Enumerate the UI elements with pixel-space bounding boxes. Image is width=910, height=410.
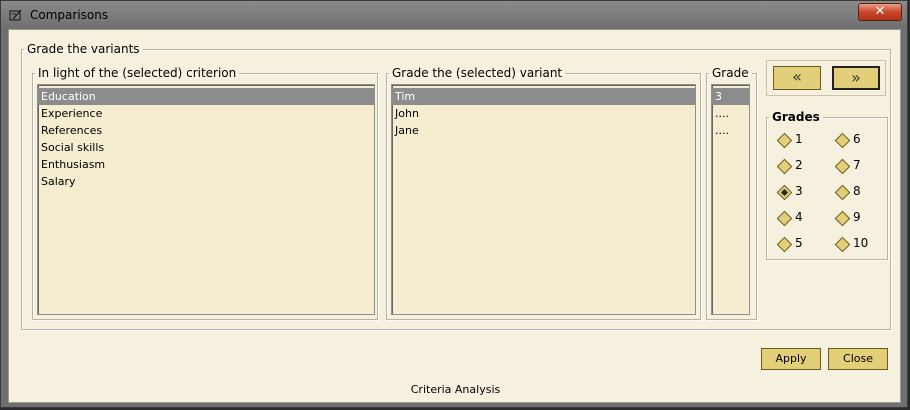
criterion-item[interactable]: Experience (38, 105, 374, 122)
navigation-panel: « » (766, 60, 886, 96)
variant-item[interactable]: John (392, 105, 695, 122)
previous-button[interactable]: « (773, 66, 821, 90)
criterion-item[interactable]: Enthusiasm (38, 156, 374, 173)
grade-radio-9[interactable]: 9 (834, 210, 886, 227)
grade-radio-label: 9 (853, 210, 861, 224)
radio-diamond-icon[interactable] (834, 158, 851, 175)
grade-radio-5[interactable]: 5 (776, 236, 828, 253)
variant-item[interactable]: Jane (392, 122, 695, 139)
grade-radio-2[interactable]: 2 (776, 158, 828, 175)
criterion-item[interactable]: References (38, 122, 374, 139)
close-button[interactable]: Close (828, 348, 888, 370)
variants-list[interactable]: Tim John Jane (391, 84, 696, 315)
criterion-legend: In light of the (selected) criterion (38, 66, 237, 80)
comparisons-window: Comparisons ✕ Grade the variants In ligh… (0, 0, 908, 408)
chevron-left-icon: « (792, 67, 802, 86)
criteria-list[interactable]: Education Experience References Social skil… (37, 84, 375, 315)
grades-list[interactable]: 3........ (711, 84, 750, 315)
title-bar[interactable]: Comparisons ✕ (1, 1, 907, 29)
window-close-button[interactable]: ✕ (858, 3, 902, 21)
grade-radio-4[interactable]: 4 (776, 210, 828, 227)
criterion-item[interactable]: Social skills (38, 139, 374, 156)
grade-radio-3[interactable]: 3 (776, 184, 828, 201)
grade-radio-label: 7 (853, 158, 861, 172)
status-text: Criteria Analysis (410, 383, 501, 396)
radio-diamond-icon[interactable] (834, 210, 851, 227)
grade-radio-10[interactable]: 10 (834, 236, 886, 253)
radio-diamond-icon[interactable] (776, 184, 793, 201)
grade-variants-legend: Grade the variants (27, 42, 140, 56)
grade-radio-label: 5 (795, 236, 803, 250)
apply-button[interactable]: Apply (761, 348, 821, 370)
criterion-item[interactable]: Education (38, 88, 374, 105)
radio-diamond-icon[interactable] (776, 236, 793, 253)
criterion-item[interactable]: Salary (38, 173, 374, 190)
radio-diamond-icon[interactable] (776, 158, 793, 175)
grade-radio-label: 3 (795, 184, 803, 198)
grade-radio-1[interactable]: 1 (776, 132, 828, 149)
grade-item[interactable]: .... (712, 105, 749, 122)
radio-diamond-icon[interactable] (834, 132, 851, 149)
grade-radio-label: 8 (853, 184, 861, 198)
window-title: Comparisons (30, 8, 109, 22)
grade-radio-label: 4 (795, 210, 803, 224)
grade-radio-6[interactable]: 6 (834, 132, 886, 149)
grade-radio-label: 2 (795, 158, 803, 172)
close-icon: ✕ (874, 4, 886, 19)
variant-item[interactable]: Tim (392, 88, 695, 105)
variant-legend: Grade the (selected) variant (392, 66, 563, 80)
radio-diamond-icon[interactable] (776, 210, 793, 227)
radio-diamond-icon[interactable] (776, 132, 793, 149)
app-icon (9, 9, 22, 21)
grade-radio-7[interactable]: 7 (834, 158, 886, 175)
radio-diamond-icon[interactable] (834, 184, 851, 201)
apply-button-label: Apply (775, 352, 807, 365)
client-area: Grade the variants In light of the (sele… (8, 29, 901, 403)
grade-radio-8[interactable]: 8 (834, 184, 886, 201)
grade-item[interactable]: .... (712, 122, 749, 139)
chevron-right-icon: » (851, 68, 861, 87)
grade-radio-label: 1 (795, 132, 803, 146)
grade-legend: Grade (712, 66, 749, 80)
grade-radio-label: 10 (853, 236, 869, 250)
grade-radio-label: 6 (853, 132, 861, 146)
grade-item[interactable]: 3 (712, 88, 749, 105)
grades-legend: Grades (772, 110, 820, 124)
close-button-label: Close (843, 352, 873, 365)
next-button[interactable]: » (832, 66, 880, 90)
radio-diamond-icon[interactable] (834, 236, 851, 253)
